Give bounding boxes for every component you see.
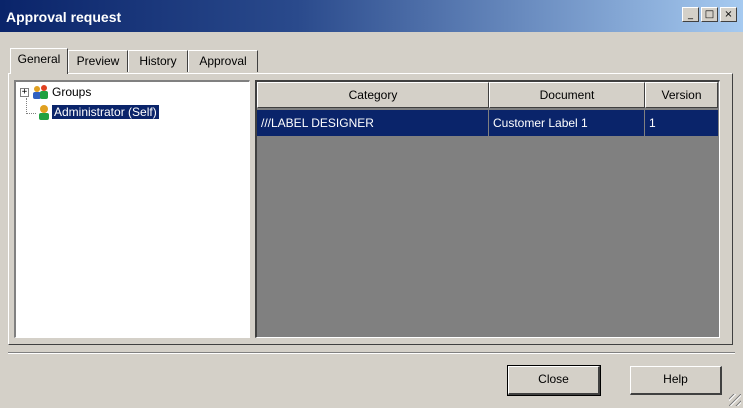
document-grid[interactable]: Category Document Version ///LABEL DESIG… xyxy=(255,80,720,338)
column-header-document[interactable]: Document xyxy=(489,82,645,108)
tab-approval[interactable]: Approval xyxy=(188,50,258,72)
window-title: Approval request xyxy=(6,9,122,25)
tab-preview[interactable]: Preview xyxy=(68,50,128,72)
tree-connector xyxy=(26,98,27,114)
maximize-button[interactable]: □ xyxy=(701,7,718,22)
tree-item-label: Administrator (Self) xyxy=(52,105,159,119)
cell-version: 1 xyxy=(649,116,656,130)
divider xyxy=(8,352,735,354)
users-group-icon xyxy=(32,84,50,100)
close-window-button[interactable]: × xyxy=(720,7,737,22)
tab-general[interactable]: General xyxy=(10,48,68,74)
help-button[interactable]: Help xyxy=(630,366,722,395)
tree-item-groups[interactable]: + Groups xyxy=(20,84,93,100)
close-button[interactable]: Close xyxy=(507,365,601,396)
cell-category: ///LABEL DESIGNER xyxy=(257,110,489,136)
grid-header: Category Document Version xyxy=(257,82,718,108)
minimize-button[interactable]: _ xyxy=(682,7,699,22)
cell-document: Customer Label 1 xyxy=(489,110,645,136)
tree-item-administrator[interactable]: Administrator (Self) xyxy=(36,104,159,120)
table-row[interactable]: ///LABEL DESIGNER Customer Label 1 1 xyxy=(257,110,718,136)
window-controls: _ □ × xyxy=(682,7,737,22)
title-bar[interactable]: Approval request _ □ × xyxy=(0,0,743,32)
group-tree[interactable]: + Groups Administrator (Self) xyxy=(14,80,250,338)
user-icon xyxy=(36,104,52,120)
expand-plus-icon[interactable]: + xyxy=(20,87,29,97)
tree-connector xyxy=(26,113,36,114)
tree-item-label: Groups xyxy=(52,85,92,99)
tab-history[interactable]: History xyxy=(128,50,188,72)
resize-grip-icon[interactable] xyxy=(729,394,741,406)
column-header-version[interactable]: Version xyxy=(645,82,718,108)
column-header-category[interactable]: Category xyxy=(257,82,489,108)
